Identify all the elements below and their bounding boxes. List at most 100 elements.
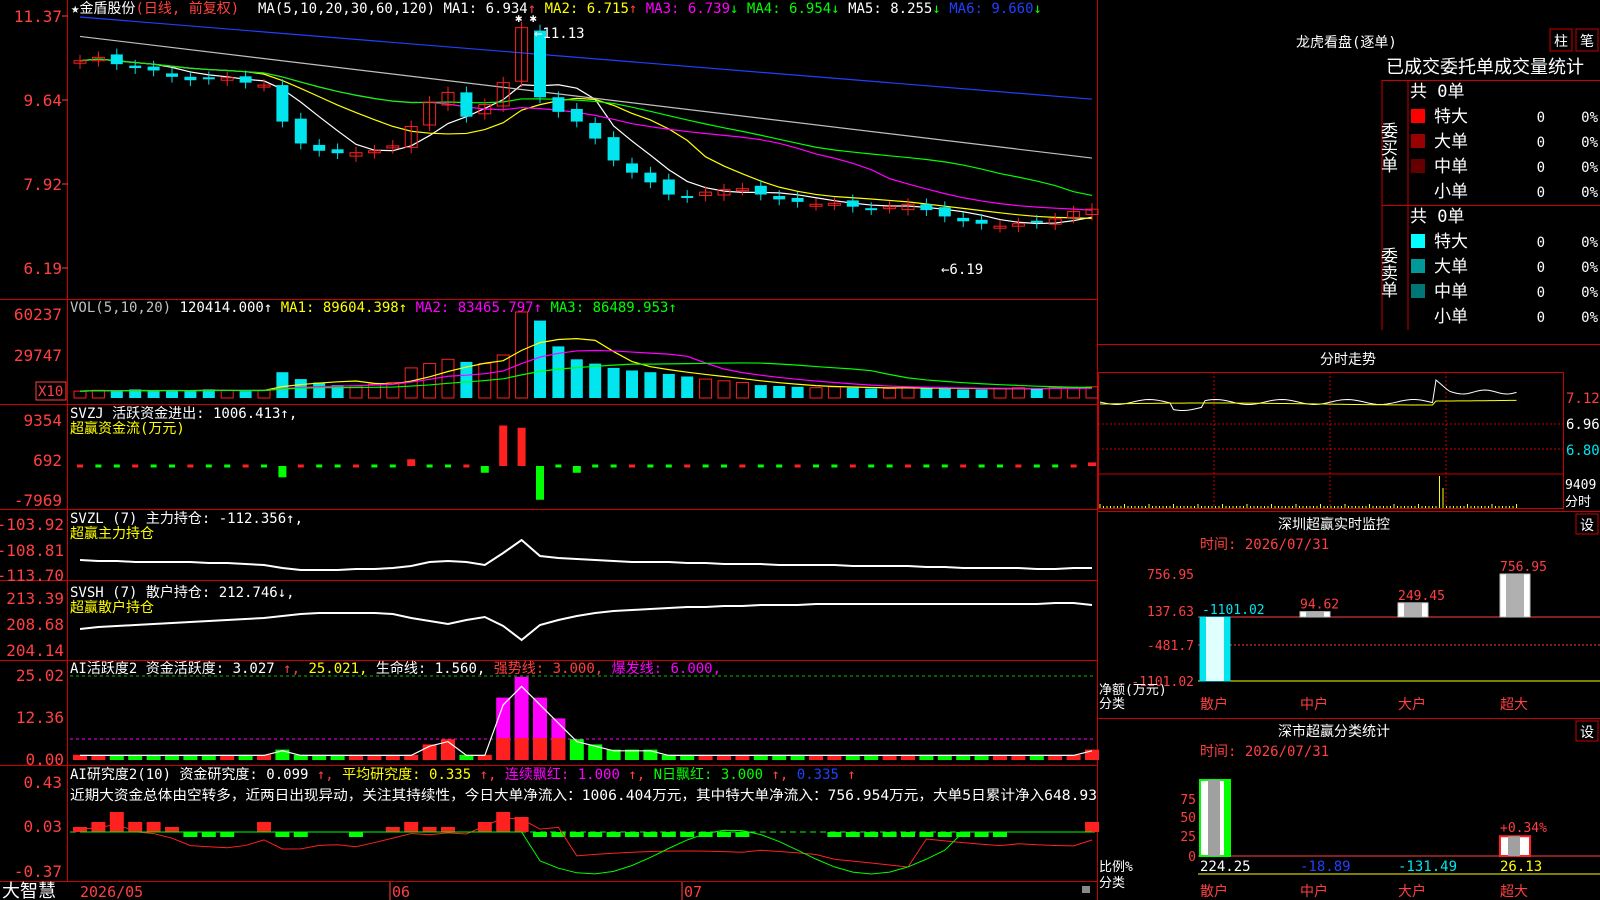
svzl-y-axis: -103.92 -108.81 -113.70	[0, 515, 64, 585]
flow-tick	[150, 464, 157, 468]
header-part: ↑	[847, 767, 855, 783]
candle	[773, 196, 786, 200]
activity-bar-base	[533, 738, 547, 760]
ai2-y-axis: 0.43 0.03 -0.37	[14, 773, 62, 881]
svzj-header: SVZJ 活跃资金进出: 1006.413↑,	[70, 406, 297, 422]
flow-bar	[278, 466, 287, 478]
header-part: ↑,	[771, 767, 796, 783]
dragon-row-pct: 0%	[1581, 160, 1598, 176]
svsh-panel[interactable]: 213.39 208.68 204.14 SVSH (7) 散户持仓: 212.…	[6, 584, 1093, 660]
ai2-tick: 0.03	[23, 817, 62, 836]
vol-bar	[957, 389, 970, 398]
header-part: ↑,	[480, 767, 505, 783]
dragon-row-label: 中单	[1434, 157, 1468, 177]
monitor-value-label: 94.62	[1300, 598, 1339, 613]
flow-tick	[1033, 464, 1040, 468]
flow-tick	[776, 464, 783, 468]
dragon-swatch	[1411, 284, 1425, 298]
brand-logo: 大智慧	[2, 881, 56, 900]
ma-lines	[79, 16, 1093, 225]
volume-panel[interactable]: 60237 29747 X10 VOL(5,10,20) 120414.000↑…	[14, 300, 1099, 401]
intraday-tick: 6.80	[1566, 443, 1600, 459]
dragon-title: 龙虎看盘(逐单)	[1296, 34, 1397, 51]
dragon-row-pct: 0%	[1581, 310, 1598, 326]
classify-category: 中户	[1300, 883, 1328, 900]
candle	[184, 76, 197, 81]
high-label: ←11.13	[534, 26, 585, 42]
vol-bar	[920, 387, 933, 398]
vol-bar	[184, 391, 197, 398]
header-part: ↑,	[283, 661, 308, 677]
candle	[552, 97, 565, 112]
lock-icon[interactable]	[1082, 886, 1090, 893]
classify-tick: 50	[1180, 811, 1196, 826]
dragon-row-label: 小单	[1434, 182, 1468, 202]
research-bar	[109, 812, 124, 832]
candle	[644, 172, 657, 183]
header-part: MA2: 83465.797↑	[416, 300, 551, 316]
candles[interactable]	[73, 21, 1099, 233]
ai-activity-panel[interactable]: 25.02 12.36 0.00 AI活跃度2 资金活跃度: 3.027 ↑, …	[16, 660, 1099, 769]
dragon-row-value: 0	[1537, 185, 1545, 201]
dragon-row-value: 0	[1537, 135, 1545, 151]
dragon-row-pct: 0%	[1581, 235, 1598, 251]
svzl-line	[79, 538, 1092, 571]
ma-arrow: ↓	[1034, 1, 1042, 17]
dragon-swatch	[1411, 159, 1425, 173]
flow-tick	[721, 464, 727, 468]
intraday-panel[interactable]: 分时走势 7.12 6.96 6.80 9409 分时	[1097, 352, 1600, 512]
header-part: 强势线: 3.000,	[494, 661, 612, 677]
monitor-panel[interactable]: 深圳超赢实时监控 设 时间: 2026/07/31 756.95 137.63 -4…	[1097, 513, 1600, 719]
svzl-panel[interactable]: -103.92 -108.81 -113.70 SVZL (7) 主力持仓: -…	[0, 511, 1092, 585]
flow-tick	[555, 464, 562, 468]
research-bar	[588, 832, 603, 837]
dragon-row-value: 0	[1537, 235, 1545, 251]
flow-tick	[242, 464, 249, 468]
research-bar	[717, 832, 731, 837]
classify-value: 224.25	[1200, 859, 1251, 875]
flow-tick	[960, 464, 967, 468]
monitor-title: 深圳超赢实时监控	[1278, 516, 1390, 533]
dragon-header: 已成交委托单成交量统计	[1386, 57, 1584, 78]
candle	[662, 179, 675, 195]
classify-tick: 75	[1180, 793, 1196, 808]
flow-tick	[868, 464, 875, 468]
vol-bar	[681, 376, 694, 398]
candle	[294, 118, 307, 144]
ai-research-panel[interactable]: 0.43 0.03 -0.37 AI研究度2(10) 资金研究度: 0.099 …	[14, 766, 1099, 881]
svsh-header: SVSH (7) 散户持仓: 212.746↓,	[70, 584, 295, 601]
bar-mode-label: 柱	[1554, 34, 1568, 50]
svsh-y-axis: 213.39 208.68 204.14	[6, 589, 64, 660]
classify-panel[interactable]: 深市超赢分类统计 设 时间: 2026/07/31 75 50 25 0 +0.34% 2…	[1099, 720, 1600, 900]
classify-value: 26.13	[1500, 859, 1542, 875]
price-panel[interactable]: 11.37 9.64 7.92 6.19 ★金盾股份(日线, 前复权) MA(5…	[14, 0, 1099, 278]
vol-tick: 29747	[14, 346, 62, 365]
monitor-tick: 756.95	[1147, 568, 1194, 583]
classify-chart: 75 50 25 0 +0.34% 224.25 -18.89 -131.49 26.13 散户 中…	[1099, 779, 1600, 900]
dragon-panel[interactable]: 龙虎看盘(逐单) 柱 笔 已成交委托单成交量统计 委买单 委卖单 共 0单 共 …	[1097, 28, 1600, 345]
activity-line	[80, 685, 1093, 757]
flow-tick	[169, 464, 175, 468]
dragon-row-label: 小单	[1434, 307, 1468, 327]
research-bar	[349, 832, 363, 837]
vol-bar	[515, 311, 529, 399]
candle	[791, 197, 804, 202]
trading-chart-window: 11.37 9.64 7.92 6.19 ★金盾股份(日线, 前复权) MA(5…	[0, 0, 1600, 900]
flow-tick	[849, 464, 856, 468]
research-line	[79, 817, 1093, 868]
vol-bars	[73, 311, 1099, 399]
dragon-row-label: 大单	[1434, 257, 1468, 277]
intraday-tick: 6.96	[1566, 417, 1600, 433]
flow-tick	[297, 464, 304, 468]
vol-bar	[239, 391, 252, 398]
low-label: ←6.19	[941, 262, 983, 278]
svzj-panel[interactable]: 9354 692 -7969 SVZJ 活跃资金进出: 1006.413↑, 超…	[14, 406, 1096, 510]
header-part: 生命线: 1.560,	[376, 660, 494, 677]
candle	[607, 137, 620, 161]
vol-bar	[570, 359, 583, 398]
monitor-category: 中户	[1300, 696, 1328, 713]
research-bar	[257, 822, 271, 832]
vol-bar	[865, 388, 878, 398]
vol-bar	[827, 386, 841, 399]
date-tick: 2026/05	[80, 883, 143, 900]
